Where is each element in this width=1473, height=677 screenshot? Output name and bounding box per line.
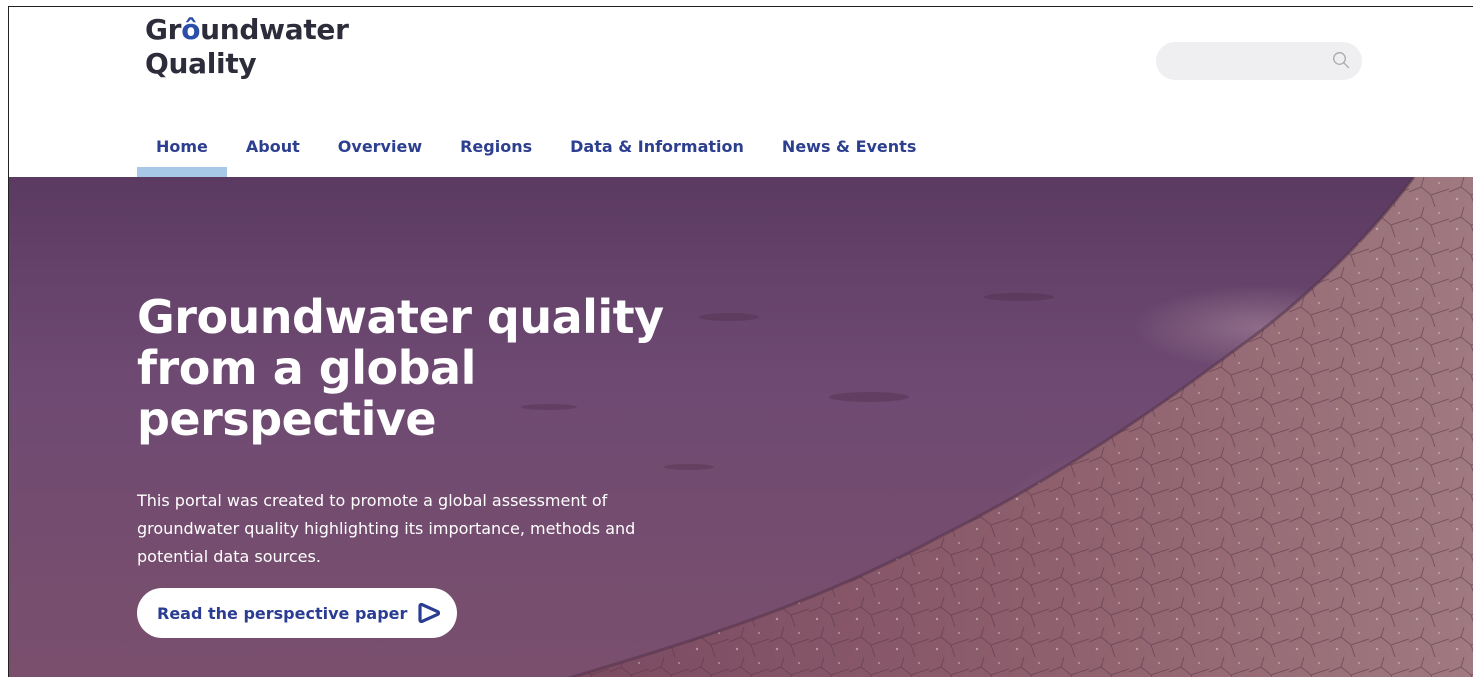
nav-item-data-information[interactable]: Data & Information (551, 127, 763, 177)
hero-banner: Groundwater quality from a global perspe… (9, 177, 1473, 677)
nav-item-about[interactable]: About (227, 127, 319, 177)
nav-item-news-events[interactable]: News & Events (763, 127, 935, 177)
water-drop-icon: ô (181, 13, 201, 46)
site-logo[interactable]: Grôundwater Quality (145, 13, 349, 81)
search-button[interactable] (1331, 51, 1351, 71)
nav-item-overview[interactable]: Overview (319, 127, 441, 177)
search-icon (1333, 52, 1350, 69)
hero-title: Groundwater quality from a global perspe… (137, 290, 664, 446)
hero-description: This portal was created to promote a glo… (137, 491, 636, 566)
arrow-circle-right-icon (418, 603, 441, 623)
site-header: Grôundwater Quality Home About Overview … (9, 7, 1473, 177)
read-perspective-paper-button[interactable]: Read the perspective paper (137, 588, 458, 638)
page-frame: Grôundwater Quality Home About Overview … (8, 6, 1473, 677)
logo-line-1: Grôundwater (145, 13, 349, 46)
nav-item-regions[interactable]: Regions (441, 127, 551, 177)
logo-line-2: Quality (145, 47, 257, 80)
nav-item-home[interactable]: Home (137, 127, 227, 177)
main-nav: Home About Overview Regions Data & Infor… (137, 127, 935, 177)
cta-label: Read the perspective paper (157, 603, 408, 623)
